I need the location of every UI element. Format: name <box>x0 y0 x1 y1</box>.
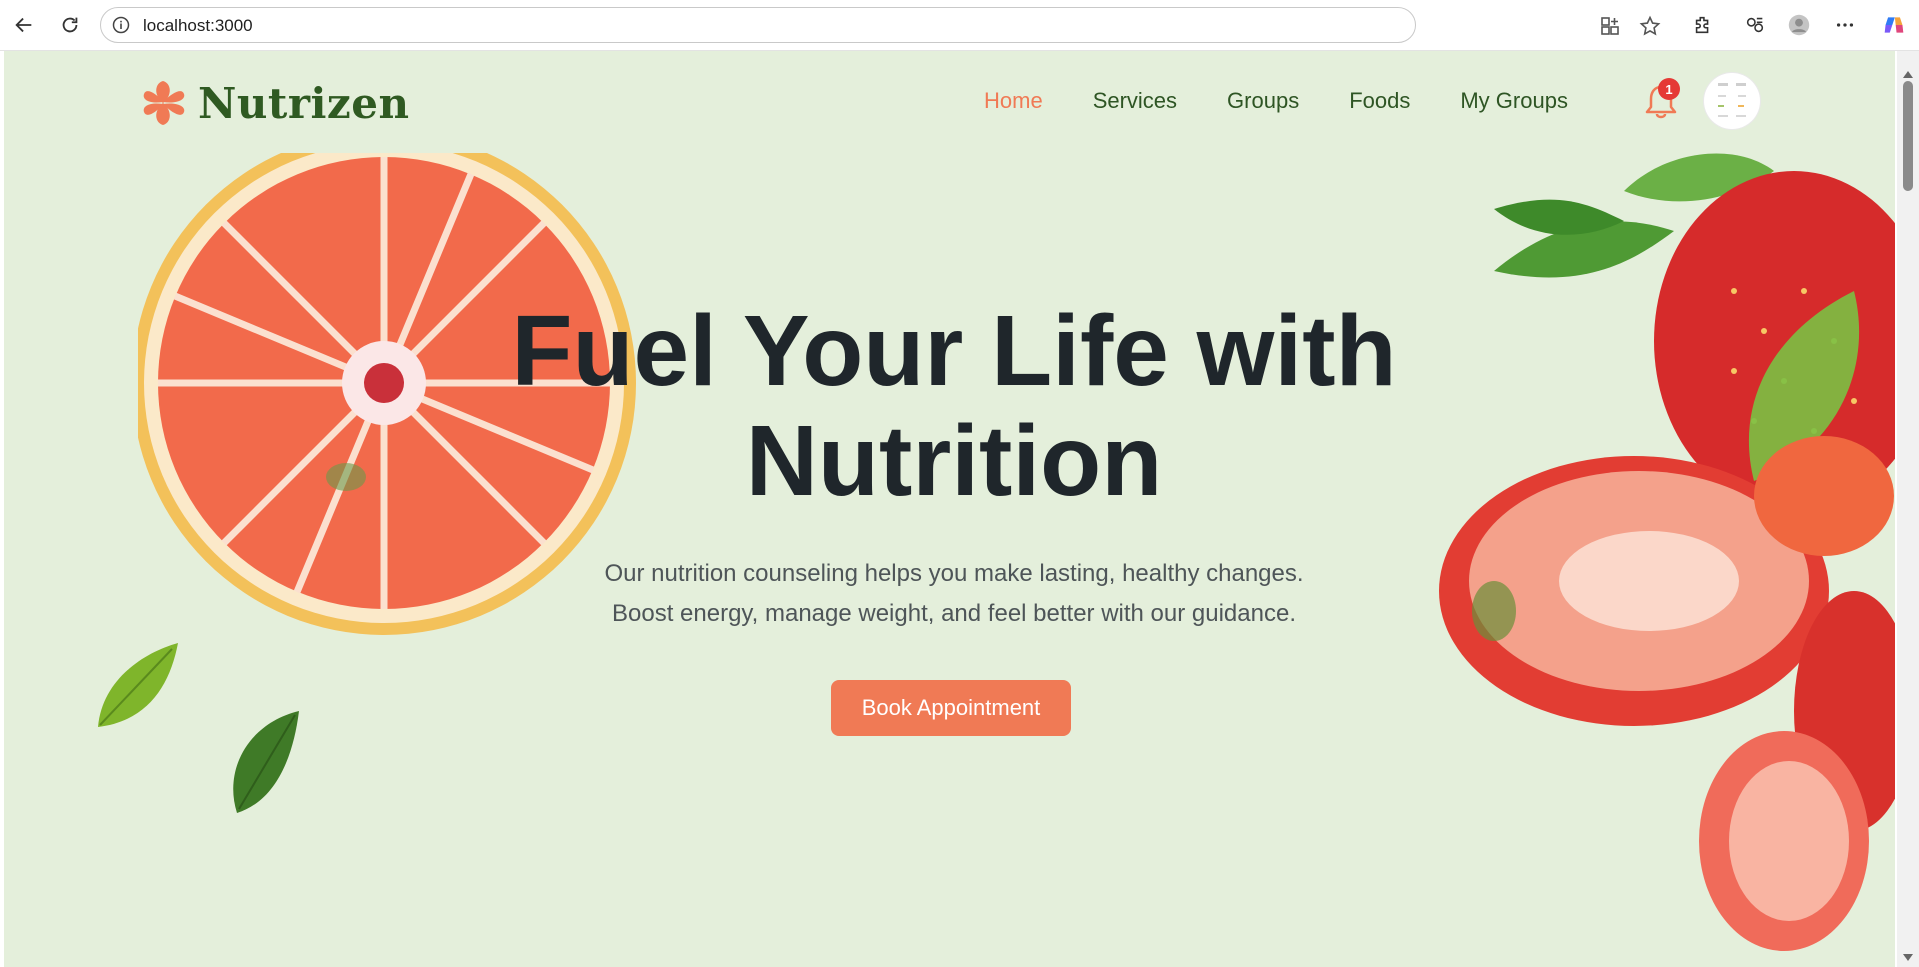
site-info-icon[interactable] <box>111 15 131 35</box>
hero-title-line-2: Nutrition <box>745 405 1163 517</box>
nav-foods[interactable]: Foods <box>1349 88 1410 114</box>
leaf-image <box>98 643 178 727</box>
more-icon[interactable] <box>1827 7 1863 43</box>
address-bar[interactable]: localhost:3000 <box>100 7 1661 43</box>
star-icon[interactable] <box>1639 15 1661 37</box>
scroll-down-icon[interactable] <box>1903 954 1913 961</box>
nav-home[interactable]: Home <box>984 88 1043 114</box>
logo-text: Nutrizen <box>198 78 410 128</box>
profile-icon[interactable] <box>1781 7 1817 43</box>
nav-services[interactable]: Services <box>1093 88 1177 114</box>
extensions-icon[interactable] <box>1685 7 1721 43</box>
reload-icon[interactable] <box>52 7 88 43</box>
nav-groups[interactable]: Groups <box>1227 88 1299 114</box>
notification-count-badge: 1 <box>1658 78 1680 100</box>
copilot-icon[interactable] <box>1876 7 1912 43</box>
hero-subtitle-line-2: Boost energy, manage weight, and feel be… <box>612 600 1296 627</box>
hero-title: Fuel Your Life with Nutrition <box>399 296 1509 516</box>
scroll-up-icon[interactable] <box>1903 71 1913 78</box>
main-nav: Home Services Groups Foods My Groups <box>984 88 1568 114</box>
site-logo[interactable]: Nutrizen <box>138 78 410 128</box>
hero-title-line-1: Fuel Your Life with <box>511 295 1397 407</box>
avatar-thumbnail-icon <box>1718 83 1746 117</box>
nav-my-groups[interactable]: My Groups <box>1460 88 1568 114</box>
browser-toolbar: localhost:3000 <box>0 0 1919 51</box>
hero-subtitle-line-1: Our nutrition counseling helps you make … <box>604 560 1304 587</box>
user-avatar[interactable] <box>1704 73 1760 129</box>
page-scrollbar[interactable] <box>1897 51 1919 967</box>
scroll-thumb[interactable] <box>1903 81 1913 191</box>
book-appointment-button[interactable]: Book Appointment <box>831 680 1071 736</box>
back-arrow-icon[interactable] <box>6 7 42 43</box>
app-available-icon[interactable] <box>1599 15 1621 37</box>
leaf-image <box>233 711 299 813</box>
logo-heart-clover-icon <box>143 81 185 125</box>
page-viewport: Nutrizen Home Services Groups Foods My G… <box>4 51 1895 967</box>
collections-icon[interactable] <box>1737 7 1773 43</box>
strawberries-image <box>1439 153 1895 951</box>
url-text[interactable]: localhost:3000 <box>143 16 253 36</box>
hero-subtitle: Our nutrition counseling helps you make … <box>449 554 1459 634</box>
